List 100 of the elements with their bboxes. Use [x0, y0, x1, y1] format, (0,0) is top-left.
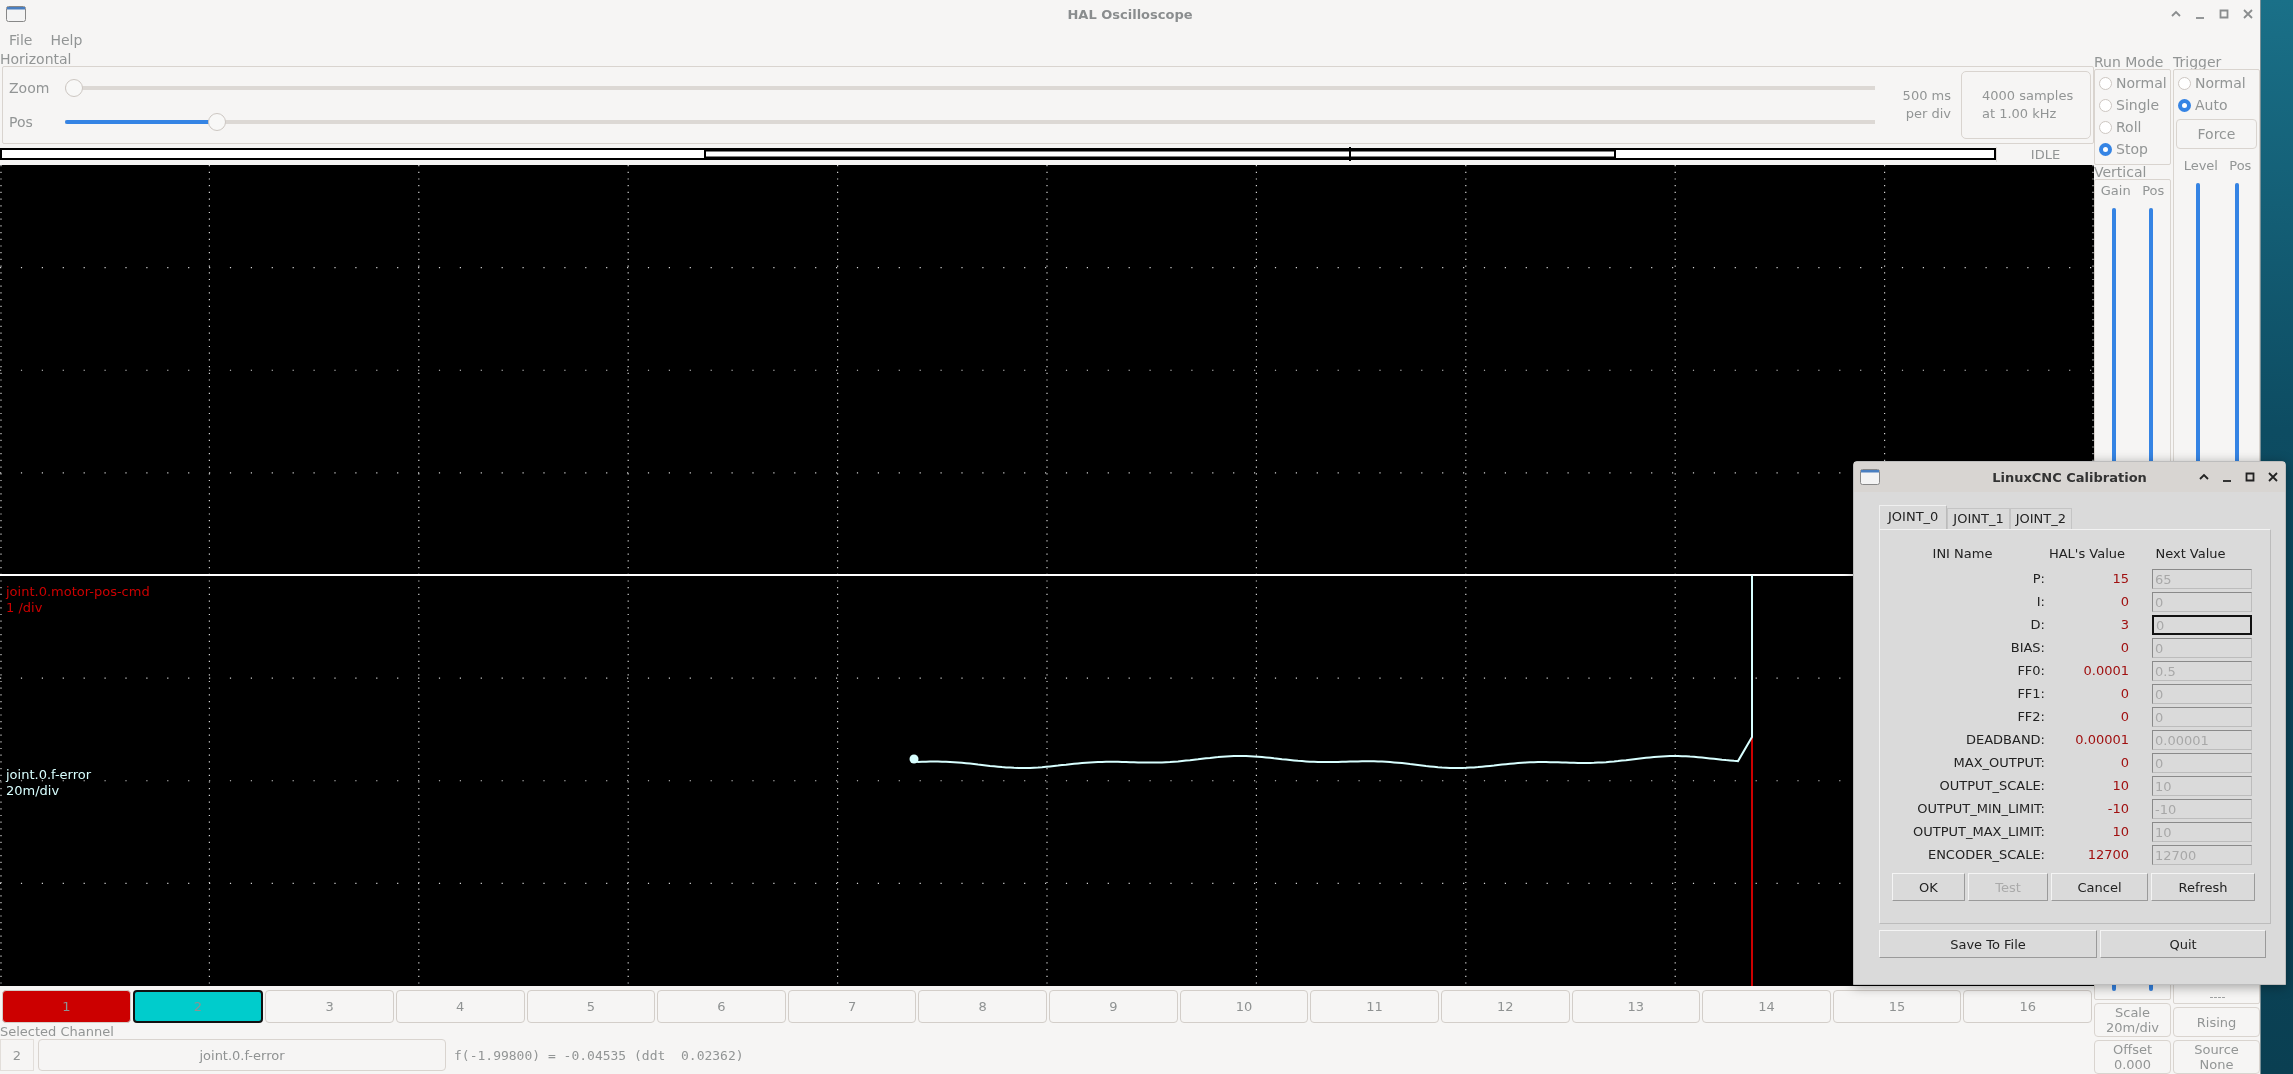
channel-button[interactable]: 12	[1440, 989, 1570, 1023]
window-title: HAL Oscilloscope	[1067, 6, 1193, 22]
radio-label[interactable]: Auto	[2195, 97, 2228, 113]
hal-value: 0	[2119, 754, 2129, 772]
channel-button[interactable]: 2	[132, 989, 264, 1023]
parameter-name: OUTPUT_MAX_LIMIT:	[1911, 823, 2045, 841]
radio-label[interactable]: Normal	[2116, 75, 2167, 91]
hal-value: 0.00001	[2074, 731, 2129, 749]
separator-label: ----	[2208, 991, 2227, 1003]
hal-value: 10	[2111, 777, 2129, 795]
trace-label: joint.0.f-error	[6, 767, 92, 783]
window-icon	[6, 6, 26, 22]
parameter-name: FF0:	[2016, 662, 2045, 680]
scale-button[interactable]: Scale 20m/div	[2094, 1003, 2171, 1037]
parameter-name: D:	[2029, 616, 2045, 634]
channel-button[interactable]: 13	[1571, 989, 1701, 1023]
offset-button[interactable]: Offset 0.000	[2094, 1040, 2171, 1074]
radio-button[interactable]	[2178, 76, 2191, 90]
frame-label: Vertical	[2094, 165, 2148, 179]
parameter-name: OUTPUT_MIN_LIMIT:	[1916, 800, 2045, 818]
column-header: Next Value	[2154, 545, 2227, 563]
radio-button[interactable]	[2099, 76, 2112, 90]
tab[interactable]: JOINT_2	[2009, 508, 2073, 529]
channel-button[interactable]: 5	[526, 989, 656, 1023]
radio-button[interactable]	[2099, 142, 2112, 156]
radio-label[interactable]: Single	[2116, 97, 2160, 113]
slider-thumb[interactable]	[208, 113, 227, 131]
column-header: INI Name	[1931, 545, 1994, 563]
slider-label: Pos	[2142, 182, 2165, 198]
channel-button[interactable]: 10	[1179, 989, 1309, 1023]
parameter-name: OUTPUT_SCALE:	[1938, 777, 2045, 795]
parameter-name: I:	[2035, 593, 2045, 611]
trace-label: joint.0.motor-pos-cmd	[6, 584, 150, 600]
parameter-name: MAX_OUTPUT:	[1952, 754, 2045, 772]
source-button[interactable]: Source None	[2173, 1040, 2260, 1074]
hal-value: 12700	[2086, 846, 2129, 864]
menu-item[interactable]: File	[9, 32, 33, 48]
parameter-name: FF1:	[2016, 685, 2045, 703]
channel-button[interactable]: 15	[1832, 989, 1962, 1023]
slider-label: Zoom	[8, 80, 51, 96]
hal-value: 3	[2119, 616, 2129, 634]
tab[interactable]: JOINT_1	[1947, 508, 2010, 529]
channel-button[interactable]: 3	[265, 989, 394, 1023]
channel-number: 2	[0, 1039, 34, 1071]
parameter-name: DEADBAND:	[1964, 731, 2045, 749]
column-header: HAL's Value	[2047, 545, 2127, 563]
close-icon[interactable]	[2267, 471, 2279, 483]
channel-button[interactable]: 11	[1310, 989, 1439, 1023]
radio-button[interactable]	[2099, 98, 2112, 112]
hal-value: 0	[2119, 685, 2129, 703]
channel-button[interactable]: 8	[918, 989, 1047, 1023]
dialog-button[interactable]: OK	[1892, 873, 1965, 901]
channel-name-button[interactable]: joint.0.f-error	[38, 1039, 446, 1071]
trace-scale: 20m/div	[6, 783, 61, 799]
force-button[interactable]: Force	[2176, 119, 2257, 149]
parameter-name: FF2:	[2016, 708, 2045, 726]
radio-label[interactable]: Stop	[2116, 141, 2148, 157]
channel-button[interactable]: 16	[1963, 989, 2092, 1023]
value-readout: f(-1.99800) = -0.04535 (ddt 0.02362)	[454, 1047, 744, 1063]
maximize-icon[interactable]	[2244, 471, 2256, 483]
parameter-name: ENCODER_SCALE:	[1926, 846, 2045, 864]
status-label: IDLE	[1996, 146, 2094, 162]
slider-thumb[interactable]	[65, 79, 83, 97]
radio-button[interactable]	[2178, 98, 2191, 112]
hal-value: 0.0001	[2082, 662, 2129, 680]
hal-value: 10	[2111, 823, 2129, 841]
slider-label: Pos	[2229, 157, 2252, 173]
sample-info-box: 4000 samples at 1.00 kHz	[1961, 71, 2091, 139]
hal-value: 0	[2119, 708, 2129, 726]
hal-value: 0	[2119, 639, 2129, 657]
channel-button[interactable]: 7	[787, 989, 917, 1023]
frame-label: Horizontal	[0, 52, 73, 66]
hal-value: 15	[2111, 570, 2129, 588]
slider-label: Gain	[2100, 182, 2131, 198]
slider-label: Level	[2183, 157, 2218, 173]
dialog-button[interactable]: Quit	[2100, 930, 2266, 958]
tab[interactable]: JOINT_0	[1879, 505, 1948, 529]
radio-label[interactable]: Normal	[2195, 75, 2246, 91]
rate-readout: 500 ms per div	[1901, 87, 1952, 123]
hal-value: 0	[2119, 593, 2129, 611]
dialog-button[interactable]: Save To File	[1879, 930, 2097, 958]
frame-label: Selected Channel	[0, 1025, 115, 1038]
window-icon	[1860, 469, 1880, 485]
radio-button[interactable]	[2099, 120, 2112, 134]
parameter-name: BIAS:	[2009, 639, 2045, 657]
channel-button[interactable]: 14	[1702, 989, 1831, 1023]
channel-button[interactable]: 1	[2, 989, 131, 1023]
channel-button[interactable]: 6	[657, 989, 786, 1023]
dialog-button[interactable]: Refresh	[2151, 873, 2255, 901]
channel-button[interactable]: 4	[395, 989, 525, 1023]
radio-label[interactable]: Roll	[2116, 119, 2142, 135]
frame-label: Run Mode	[2094, 55, 2165, 69]
slider-label: Pos	[8, 114, 34, 130]
channel-button[interactable]: 9	[1049, 989, 1178, 1023]
menu-item[interactable]: Help	[50, 32, 83, 48]
trace-scale: 1 /div	[6, 600, 44, 616]
parameter-name: P:	[2031, 570, 2045, 588]
dialog-button[interactable]: Cancel	[2051, 873, 2148, 901]
edge-button[interactable]: Rising	[2173, 1007, 2260, 1037]
window-title: LinuxCNC Calibration	[1992, 469, 2147, 485]
